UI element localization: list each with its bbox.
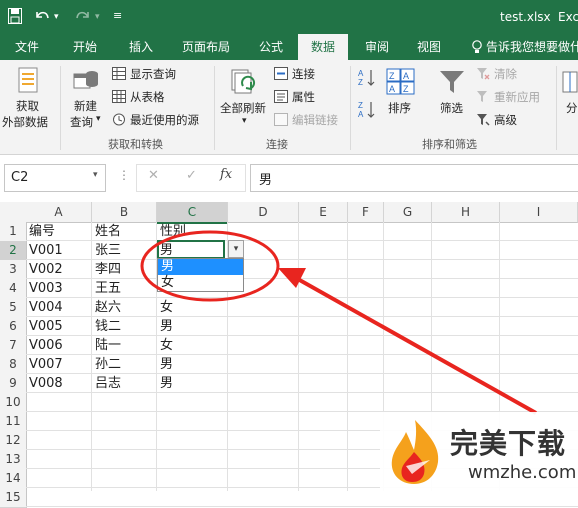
- flame-logo-icon: [384, 416, 446, 489]
- annotation-arrowhead: [278, 268, 306, 288]
- annotation-circle: [140, 230, 280, 302]
- watermark-url: wmzhe.com: [468, 462, 577, 483]
- annotation-arrow-line: [295, 276, 537, 415]
- row-header-15[interactable]: 15: [0, 488, 27, 508]
- watermark-brand: 完美下载: [450, 427, 567, 460]
- grid-line: [26, 506, 578, 507]
- watermark: 完美下载 wmzhe.com: [380, 412, 578, 491]
